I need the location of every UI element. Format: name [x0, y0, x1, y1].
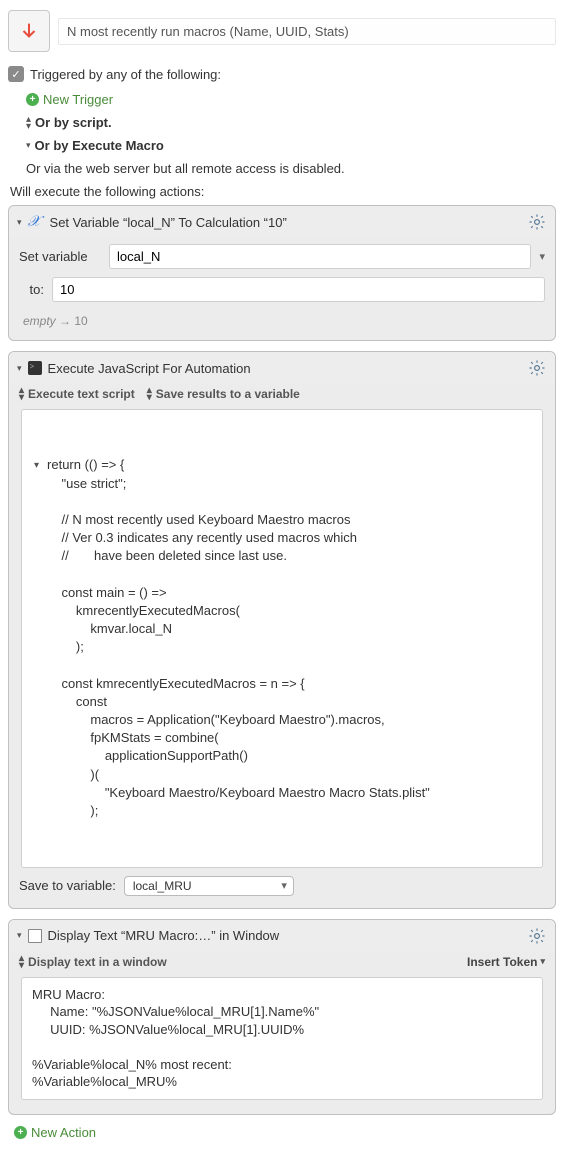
action-display-text: ▾ Display Text “MRU Macro:…” in Window ▴…	[8, 919, 556, 1115]
actions-section-label: Will execute the following actions:	[10, 184, 556, 199]
dropdown-chevron-icon[interactable]: ▾	[539, 250, 545, 263]
action-execute-jxa: ▾ Execute JavaScript For Automation ▴▾ E…	[8, 351, 556, 909]
gear-icon	[528, 359, 546, 377]
action-title: Display Text “MRU Macro:…” in Window	[48, 928, 521, 943]
gear-button[interactable]	[527, 358, 547, 378]
or-script-label: Or by script.	[35, 115, 112, 130]
variable-icon: 𝒳	[28, 213, 44, 231]
macro-title-input[interactable]	[58, 18, 556, 45]
triggered-label: Triggered by any of the following:	[30, 67, 221, 82]
updown-icon: ▴▾	[26, 116, 31, 130]
display-in-window-option[interactable]: ▴▾ Display text in a window	[19, 955, 167, 969]
macro-icon-box	[8, 10, 50, 52]
set-variable-label: Set variable	[19, 249, 101, 264]
action-set-variable: ▾ 𝒳 Set Variable “local_N” To Calculatio…	[8, 205, 556, 341]
new-action-label: New Action	[31, 1125, 96, 1140]
plus-icon: +	[14, 1126, 27, 1139]
plus-icon: +	[26, 93, 39, 106]
updown-icon: ▴▾	[147, 387, 152, 401]
updown-icon: ▴▾	[19, 955, 24, 969]
code-content: return (() => { "use strict"; // N most …	[47, 456, 430, 820]
result-hint: empty → 10	[19, 310, 545, 330]
disclosure-icon[interactable]: ▾	[17, 217, 22, 228]
or-by-script[interactable]: ▴▾ Or by script.	[26, 115, 556, 130]
display-text-area[interactable]: MRU Macro: Name: "%JSONValue%local_MRU[1…	[21, 977, 543, 1100]
code-text-area[interactable]: ▾ return (() => { "use strict"; // N mos…	[21, 409, 543, 868]
save-to-variable-label: Save to variable:	[19, 878, 116, 893]
down-arrow-icon	[18, 20, 40, 42]
or-by-execute-macro[interactable]: ▾ Or by Execute Macro	[26, 138, 556, 153]
new-trigger-label: New Trigger	[43, 92, 113, 107]
to-value-input[interactable]	[52, 277, 545, 302]
code-fold-icon[interactable]: ▾	[34, 456, 39, 820]
execute-text-script-option[interactable]: ▴▾ Execute text script	[19, 387, 135, 401]
save-results-option[interactable]: ▴▾ Save results to a variable	[147, 387, 300, 401]
chevron-down-icon: ▾	[540, 956, 545, 967]
gear-icon	[528, 927, 546, 945]
new-action-button[interactable]: + New Action	[14, 1125, 556, 1140]
disclosure-icon[interactable]: ▾	[17, 930, 22, 941]
gear-button[interactable]	[527, 212, 547, 232]
new-trigger-button[interactable]: + New Trigger	[26, 92, 556, 107]
window-icon	[28, 929, 42, 943]
gear-button[interactable]	[527, 926, 547, 946]
action-title: Execute JavaScript For Automation	[48, 361, 521, 376]
action-title: Set Variable “local_N” To Calculation “1…	[50, 215, 521, 230]
to-label: to:	[19, 282, 44, 297]
disclosure-icon[interactable]: ▾	[17, 363, 22, 374]
variable-name-input[interactable]	[109, 244, 531, 269]
save-variable-select[interactable]: local_MRU ▾	[124, 876, 294, 896]
gear-icon	[528, 213, 546, 231]
or-web-label: Or via the web server but all remote acc…	[26, 161, 345, 176]
updown-icon: ▴▾	[19, 387, 24, 401]
chevron-down-icon: ▾	[26, 140, 31, 151]
dropdown-chevron-icon: ▾	[281, 879, 287, 892]
enabled-checkbox[interactable]: ✓	[8, 66, 24, 82]
insert-token-button[interactable]: Insert Token ▾	[467, 955, 545, 969]
or-execute-macro-label: Or by Execute Macro	[35, 138, 164, 153]
terminal-icon	[28, 361, 42, 375]
